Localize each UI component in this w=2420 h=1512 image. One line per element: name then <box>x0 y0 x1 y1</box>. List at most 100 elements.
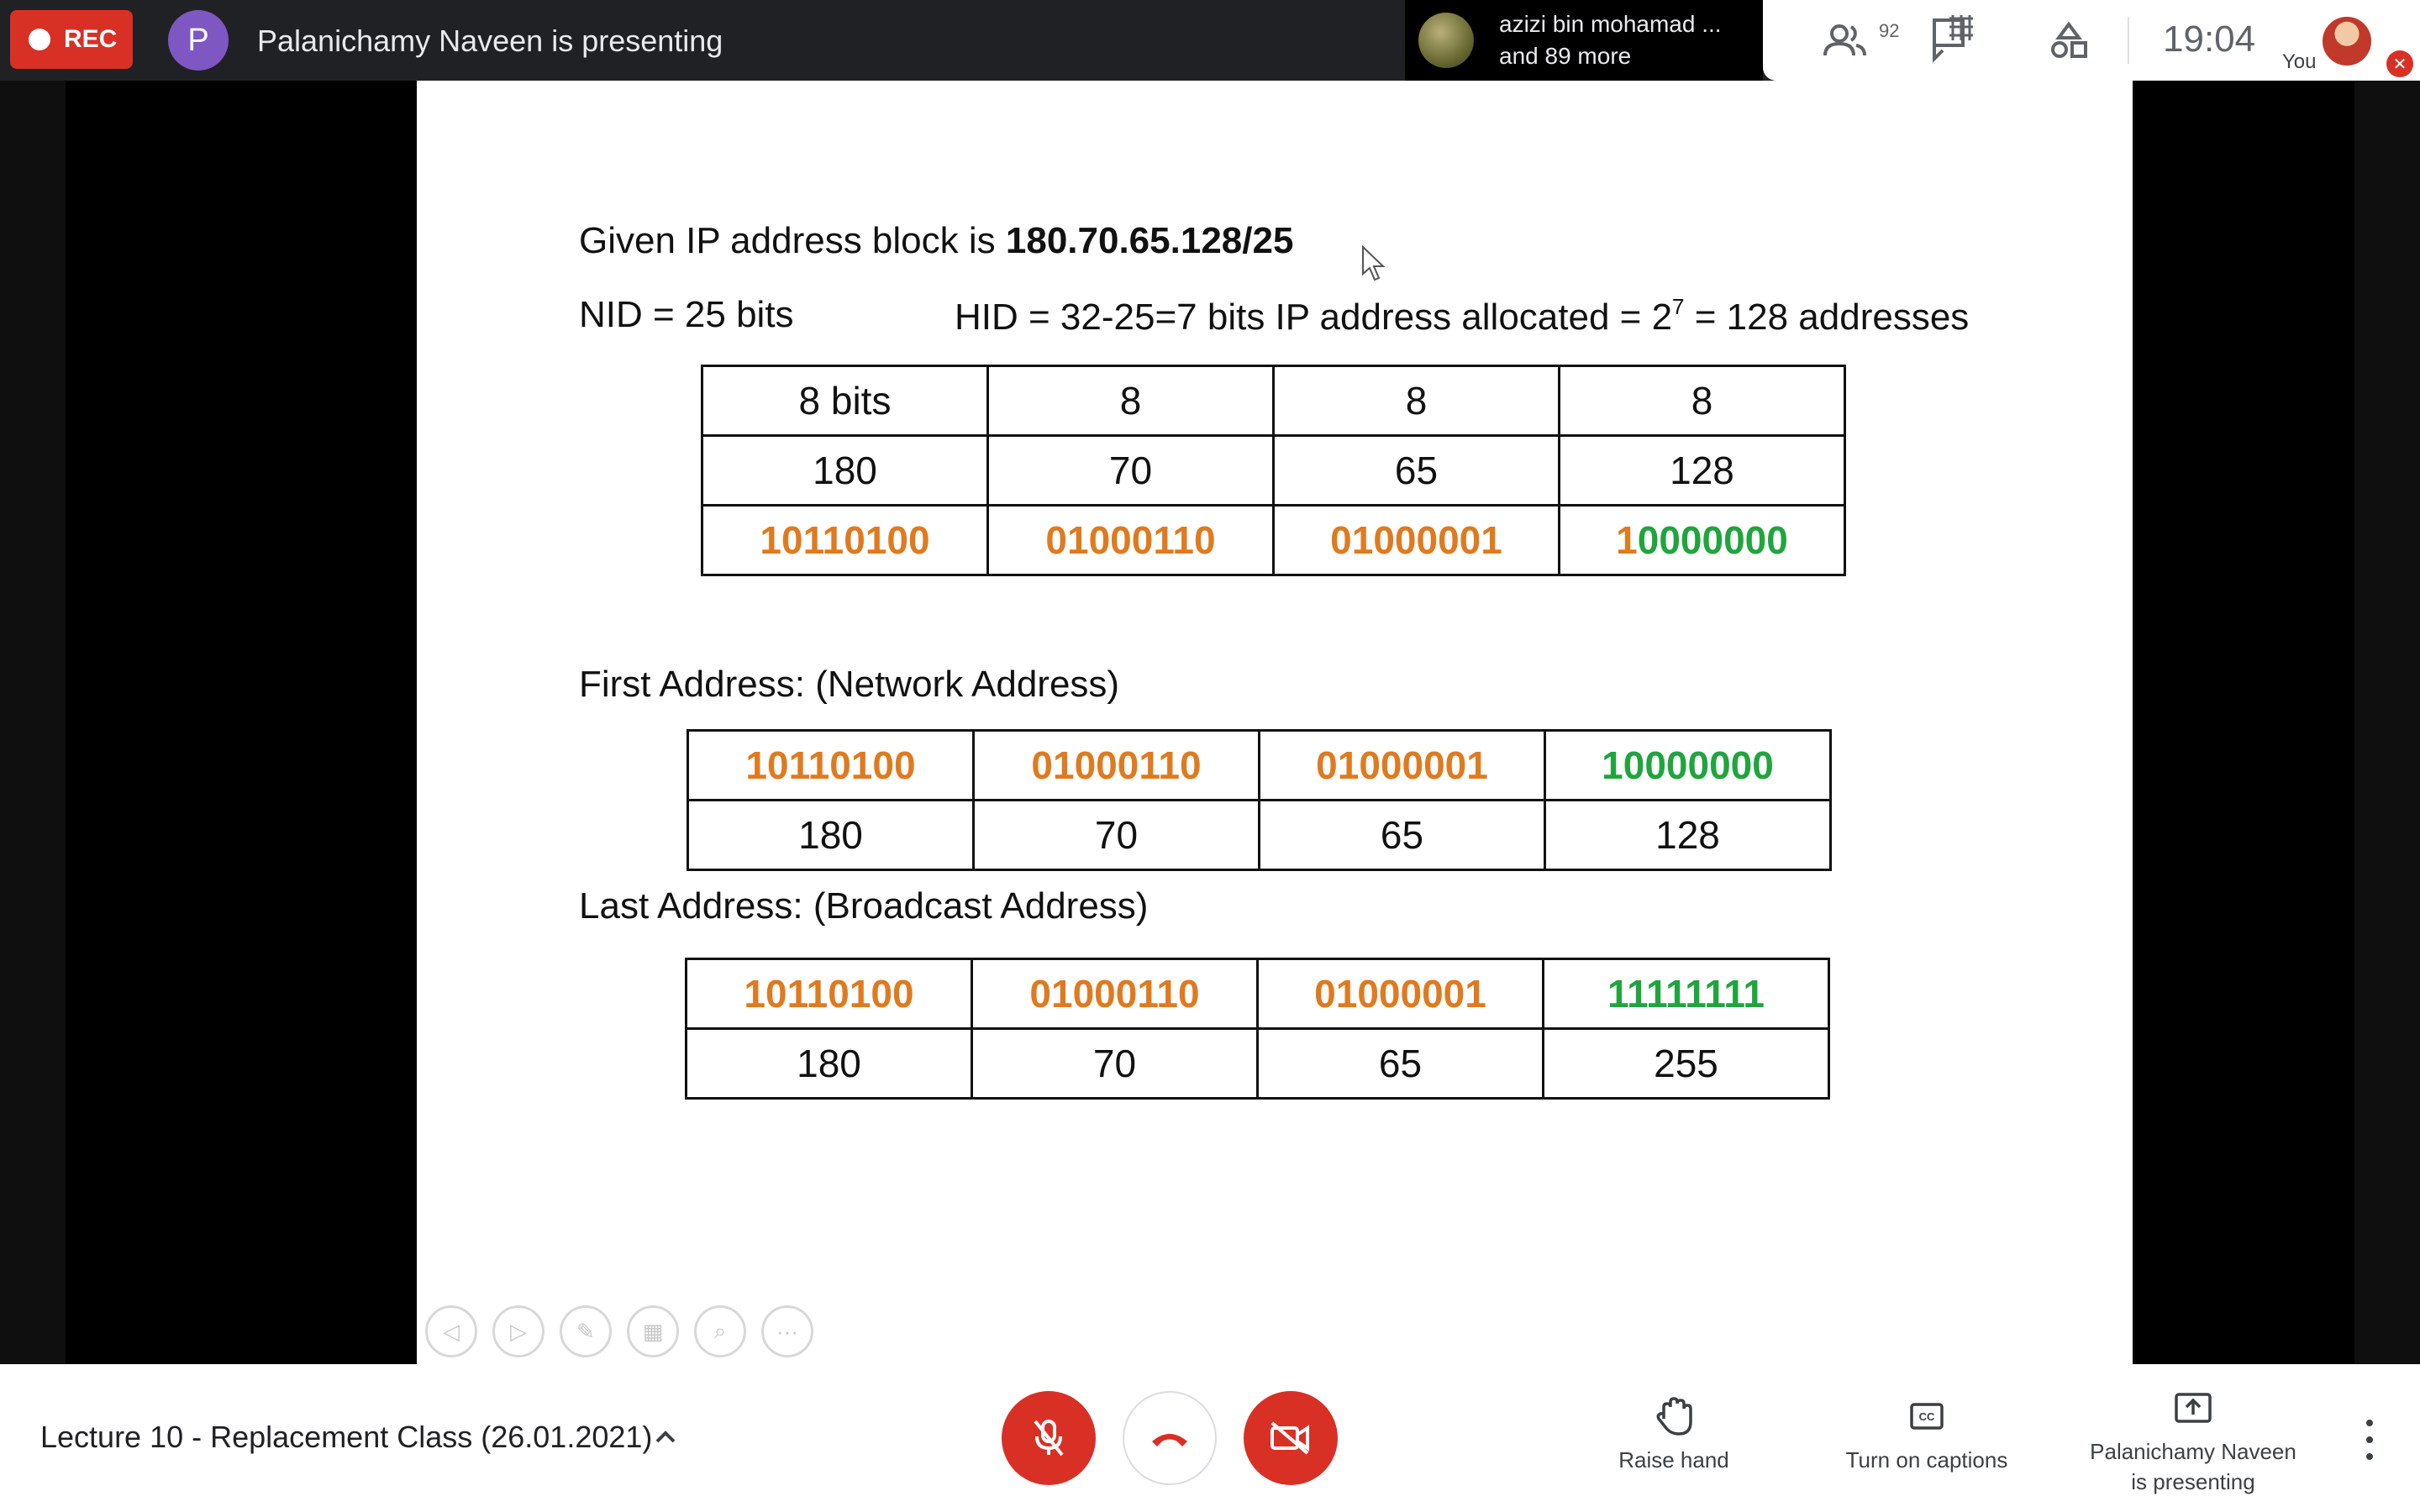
slide-grid-icon[interactable]: ▦ <box>627 1305 679 1357</box>
table-cell: 01000001 <box>1272 504 1560 576</box>
table-row: 10110100 01000110 01000001 10000000 <box>701 504 1846 576</box>
network-bit: 1 <box>1616 518 1638 562</box>
slide: Given IP address block is 180.70.65.128/… <box>417 81 2133 1364</box>
raise-hand-label: Raise hand <box>1618 1447 1729 1473</box>
table-cell: 70 <box>972 799 1260 871</box>
present-label-line2: is presenting <box>2131 1469 2255 1494</box>
first-address-table: 10110100 01000110 01000001 10000000 180 … <box>687 729 1832 871</box>
table-cell: 65 <box>1258 799 1546 871</box>
host-bits: 0000000 <box>1637 518 1788 562</box>
previous-slide-icon[interactable]: ◁ <box>425 1305 477 1357</box>
pen-icon[interactable]: ✎ <box>560 1305 612 1357</box>
table-cell: 70 <box>971 1027 1259 1100</box>
divider <box>2128 17 2129 64</box>
table-cell: 65 <box>1256 1027 1544 1100</box>
table-row: 10110100 01000110 01000001 10000000 <box>687 729 1832 801</box>
mic-off-icon <box>1034 1420 1064 1457</box>
participant-name: azizi bin mohamad ... <box>1499 11 1722 37</box>
svg-text:CC: CC <box>1919 1410 1935 1423</box>
ip-octets-table: 8 bits 8 8 8 180 70 65 128 10110100 0100… <box>701 365 1846 576</box>
slide-nid-line: NID = 25 bits <box>579 294 794 335</box>
presenter-avatar: P <box>168 10 229 71</box>
participant-more: and 89 more <box>1499 43 1632 69</box>
table-cell: 65 <box>1272 434 1560 507</box>
activities-icon <box>2051 21 2087 58</box>
presenter-initial: P <box>187 22 209 58</box>
table-cell: 10110100 <box>701 504 989 576</box>
shared-screen: Given IP address block is 180.70.65.128/… <box>66 81 2354 1364</box>
table-cell: 01000110 <box>986 504 1275 576</box>
mic-off-badge-icon: ✕ <box>2386 50 2413 77</box>
top-bar: REC P Palanichamy Naveen is presenting a… <box>0 0 2420 81</box>
you-label: You <box>2282 50 2317 73</box>
given-prefix: Given IP address block is <box>579 220 1006 261</box>
people-icon <box>1823 24 1866 56</box>
participant-avatar <box>1418 13 1474 68</box>
chevron-up-icon[interactable] <box>652 1423 679 1450</box>
table-cell: 8 bits <box>701 365 989 437</box>
mouse-cursor-icon <box>1362 245 1386 281</box>
clock: 19:04 <box>2163 18 2256 60</box>
next-slide-icon[interactable]: ▷ <box>492 1305 544 1357</box>
table-cell: 10000000 <box>1544 729 1832 801</box>
table-row: 10110100 01000110 01000001 11111111 <box>685 958 1830 1030</box>
table-cell: 10110100 <box>687 729 975 801</box>
slide-hid-line: HID = 32-25=7 bits IP address allocated … <box>955 294 1969 339</box>
self-avatar[interactable] <box>2321 15 2373 67</box>
hang-up-icon <box>1152 1434 1187 1446</box>
camera-off-icon <box>1270 1421 1309 1455</box>
recording-label: REC <box>64 25 118 53</box>
table-cell: 255 <box>1542 1027 1830 1100</box>
present-button[interactable]: Palanichamy Naveen is presenting <box>2084 1386 2302 1497</box>
meeting-title[interactable]: Lecture 10 - Replacement Class (26.01.20… <box>40 1420 652 1455</box>
record-dot-icon <box>29 29 50 50</box>
last-address-table: 10110100 01000110 01000001 11111111 180 … <box>685 958 1830 1100</box>
people-count: 92 <box>1879 20 1900 41</box>
table-cell: 10110100 <box>685 958 973 1030</box>
hid-exponent: 7 <box>1672 294 1685 319</box>
activities-button[interactable] <box>2027 0 2111 81</box>
camera-button[interactable] <box>1244 1391 1338 1485</box>
table-row: 180 70 65 128 <box>687 799 1832 871</box>
table-cell: 01000110 <box>971 958 1259 1030</box>
more-icon[interactable]: ··· <box>761 1305 813 1357</box>
microphone-button[interactable] <box>1002 1391 1096 1485</box>
present-screen-icon <box>2175 1393 2212 1423</box>
raise-hand-button[interactable]: Raise hand <box>1615 1394 1733 1475</box>
presenting-banner: Palanichamy Naveen is presenting <box>257 24 723 58</box>
table-cell: 180 <box>701 434 989 507</box>
captions-button[interactable]: CC Turn on captions <box>1839 1394 2015 1475</box>
leave-call-button[interactable] <box>1123 1391 1217 1485</box>
bottom-bar: Lecture 10 - Replacement Class (26.01.20… <box>0 1364 2420 1512</box>
table-cell: 70 <box>986 434 1275 507</box>
last-address-title: Last Address: (Broadcast Address) <box>579 885 1149 927</box>
hid-text-end: = 128 addresses <box>1684 297 1970 338</box>
presentation-stage: Given IP address block is 180.70.65.128/… <box>0 81 2420 1364</box>
chat-icon <box>1933 15 1973 63</box>
table-cell: 128 <box>1558 434 1846 507</box>
table-cell: 11111111 <box>1542 958 1830 1030</box>
captions-label: Turn on captions <box>1845 1447 2008 1473</box>
given-block: 180.70.65.128/25 <box>1005 220 1294 261</box>
table-cell: 180 <box>687 799 975 871</box>
zoom-icon[interactable]: ⌕ <box>694 1305 746 1357</box>
participant-tile[interactable]: azizi bin mohamad ... and 89 more <box>1405 0 1763 81</box>
slideshow-toolbar: ◁ ▷ ✎ ▦ ⌕ ··· <box>425 1305 813 1357</box>
table-cell: 8 <box>986 365 1275 437</box>
captions-icon: CC <box>1910 1403 1944 1430</box>
table-cell: 01000110 <box>972 729 1260 801</box>
hid-text: HID = 32-25=7 bits IP address allocated … <box>955 297 1673 338</box>
table-row: 180 70 65 255 <box>685 1027 1830 1100</box>
table-cell: 01000001 <box>1256 958 1544 1030</box>
recording-badge[interactable]: REC <box>10 10 133 69</box>
table-row: 8 bits 8 8 8 <box>701 365 1846 437</box>
hand-icon <box>1656 1397 1692 1436</box>
table-cell: 180 <box>685 1027 973 1100</box>
slide-given-line: Given IP address block is 180.70.65.128/… <box>579 220 1293 262</box>
chat-button[interactable] <box>1912 0 1996 81</box>
table-cell: 8 <box>1558 365 1846 437</box>
more-options-icon[interactable] <box>2356 1420 2383 1460</box>
people-button[interactable]: 92 <box>1803 0 1899 81</box>
table-cell: 8 <box>1272 365 1560 437</box>
meeting-controls-panel: 92 19:04 You ✕ <box>1763 0 2420 81</box>
